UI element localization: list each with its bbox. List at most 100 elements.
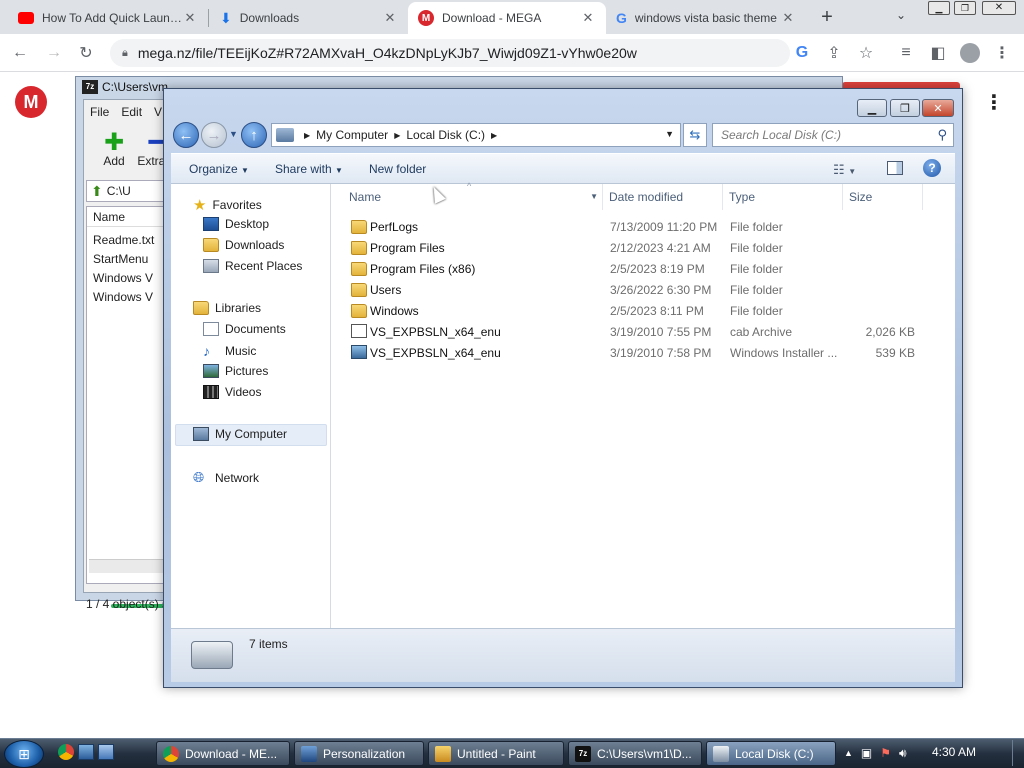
tab-google[interactable]: G windows vista basic theme ✕ [606, 2, 806, 34]
menu-view[interactable]: V [154, 105, 162, 119]
up-button[interactable]: ↑ [241, 122, 267, 148]
minimize-button[interactable]: ▁ [857, 99, 887, 117]
taskbar-button-explorer[interactable]: Local Disk (C:) [706, 741, 836, 766]
nav-libraries[interactable]: Libraries [193, 301, 261, 315]
taskbar-button-personalization[interactable]: Personalization [294, 741, 424, 766]
list-item[interactable]: Windows V [93, 288, 159, 307]
view-options-icon[interactable]: ☷ ▼ [833, 162, 856, 178]
reload-icon[interactable]: ↻ [74, 41, 98, 65]
file-row[interactable]: Users 3/26/2022 6:30 PM File folder [331, 279, 955, 300]
clock[interactable]: 4:30 AM [932, 745, 976, 759]
google-lens-icon[interactable]: G [790, 41, 814, 65]
action-center-icon[interactable]: ⚑ [880, 746, 891, 761]
help-icon[interactable]: ? [923, 159, 941, 177]
side-panel-icon[interactable]: ◧ [926, 41, 950, 65]
address-dropdown-icon[interactable]: ▼ [665, 129, 674, 139]
libraries-label: Libraries [215, 301, 262, 315]
breadcrumb-local-disk[interactable]: Local Disk (C:) [406, 128, 485, 142]
volume-icon[interactable]: 🔊︎ [899, 746, 907, 761]
nav-my-computer[interactable]: My Computer [193, 427, 287, 441]
close-window-icon[interactable]: ✕ [982, 1, 1016, 15]
new-folder-button[interactable]: New folder [361, 162, 434, 176]
close-tab-icon[interactable]: ✕ [382, 10, 398, 26]
close-button[interactable]: ✕ [922, 99, 954, 117]
nav-documents[interactable]: Documents [203, 322, 286, 336]
chrome-icon[interactable] [58, 744, 74, 760]
organize-button[interactable]: Organize ▼ [181, 162, 257, 176]
column-name[interactable]: Name [87, 207, 165, 227]
tab-search-icon[interactable]: ⌄ [896, 8, 906, 22]
file-row[interactable]: Program Files 2/12/2023 4:21 AM File fol… [331, 237, 955, 258]
bookmark-star-icon[interactable]: ☆ [854, 41, 878, 65]
tab-downloads[interactable]: ⬇ Downloads ✕ [210, 2, 408, 34]
back-button[interactable]: ← [173, 122, 199, 148]
cab-icon [351, 324, 367, 338]
nav-videos[interactable]: Videos [203, 385, 261, 399]
share-with-button[interactable]: Share with ▼ [267, 162, 351, 176]
chrome-menu-icon[interactable]: ⋮ [990, 41, 1014, 65]
file-row[interactable]: PerfLogs 7/13/2009 11:20 PM File folder [331, 216, 955, 237]
show-desktop-icon[interactable] [78, 744, 94, 760]
list-item[interactable]: StartMenu [93, 250, 159, 269]
list-item[interactable]: Windows V [93, 269, 159, 288]
nav-recent-places[interactable]: Recent Places [203, 259, 302, 273]
tab-mega[interactable]: M Download - MEGA ✕ [408, 2, 606, 34]
preview-pane-icon[interactable] [887, 161, 903, 175]
tab-youtube[interactable]: How To Add Quick Launch T ✕ [8, 2, 208, 34]
close-tab-icon[interactable]: ✕ [580, 10, 596, 26]
taskbar-button-chrome[interactable]: Download - ME... [156, 741, 290, 766]
switch-windows-icon[interactable] [98, 744, 114, 760]
column-header-name[interactable]: Name ^ ▼ [331, 181, 603, 210]
profile-avatar[interactable] [958, 41, 982, 65]
taskbar-button-7zip[interactable]: 7z C:\Users\vm1\D... [568, 741, 702, 766]
forward-icon[interactable]: → [42, 41, 66, 65]
tray-expand-icon[interactable]: ▲ [844, 746, 853, 761]
7zip-menubar: File Edit V [90, 105, 162, 119]
nav-network[interactable]: 🌐︎ Network [193, 469, 259, 486]
file-row[interactable]: VS_EXPBSLN_x64_enu 3/19/2010 7:58 PM Win… [331, 342, 955, 363]
start-button[interactable]: ⊞ [4, 740, 44, 768]
forward-button[interactable]: → [201, 122, 227, 148]
mega-logo[interactable]: M [15, 86, 47, 118]
mega-menu-icon[interactable]: ⋮ [984, 92, 1004, 114]
menu-edit[interactable]: Edit [121, 105, 142, 119]
close-tab-icon[interactable]: ✕ [182, 10, 198, 26]
nav-desktop[interactable]: Desktop [203, 217, 269, 231]
nav-favorites[interactable]: ★ Favorites [193, 196, 262, 214]
breadcrumb-my-computer[interactable]: My Computer [316, 128, 388, 142]
media-control-icon[interactable]: ≡ [894, 41, 918, 65]
file-row[interactable]: Windows 2/5/2023 8:11 PM File folder [331, 300, 955, 321]
address-bar[interactable]: 🔒︎ mega.nz/file/TEEijKoZ#R72AMXvaH_O4kzD… [110, 39, 790, 67]
column-header-date[interactable]: Date modified [603, 184, 723, 210]
favorites-label: Favorites [212, 198, 262, 212]
recent-pages-icon[interactable]: ▼ [229, 129, 238, 139]
new-tab-icon[interactable]: + [816, 6, 838, 28]
share-icon[interactable]: ⇪ [822, 41, 846, 65]
restore-icon[interactable]: ❐ [954, 1, 976, 15]
maximize-button[interactable]: ❐ [890, 99, 920, 117]
file-date: 2/12/2023 4:21 AM [610, 241, 711, 255]
close-tab-icon[interactable]: ✕ [780, 10, 796, 26]
nav-music[interactable]: ♪ Music [203, 343, 256, 359]
7zip-add-button[interactable]: ✚ Add [94, 131, 134, 169]
refresh-button[interactable]: ⇆ [683, 123, 707, 147]
minimize-icon[interactable]: ▁ [928, 1, 950, 15]
address-bar[interactable]: ▶ My Computer ▶ Local Disk (C:) ▶ ▼ [271, 123, 681, 147]
column-header-type[interactable]: Type [723, 184, 843, 210]
network-tray-icon[interactable]: ▣ [861, 746, 872, 761]
horizontal-scrollbar[interactable] [89, 559, 165, 573]
7zip-path-bar[interactable]: ⬆ C:\U [86, 180, 166, 202]
file-row[interactable]: VS_EXPBSLN_x64_enu 3/19/2010 7:55 PM cab… [331, 321, 955, 342]
list-item[interactable]: Readme.txt [93, 231, 159, 250]
back-icon[interactable]: ← [8, 41, 32, 65]
column-filter-icon[interactable]: ▼ [590, 192, 598, 201]
nav-pictures[interactable]: Pictures [203, 364, 268, 378]
command-bar: Organize ▼ Share with ▼ New folder ☷ ▼ ? [171, 153, 955, 184]
taskbar-button-paint[interactable]: Untitled - Paint [428, 741, 564, 766]
search-input[interactable]: Search Local Disk (C:) ⚲ [712, 123, 954, 147]
show-desktop-button[interactable] [1012, 740, 1022, 766]
nav-downloads[interactable]: Downloads [203, 238, 284, 252]
file-row[interactable]: Program Files (x86) 2/5/2023 8:19 PM Fil… [331, 258, 955, 279]
column-header-size[interactable]: Size [843, 184, 923, 210]
menu-file[interactable]: File [90, 105, 109, 119]
